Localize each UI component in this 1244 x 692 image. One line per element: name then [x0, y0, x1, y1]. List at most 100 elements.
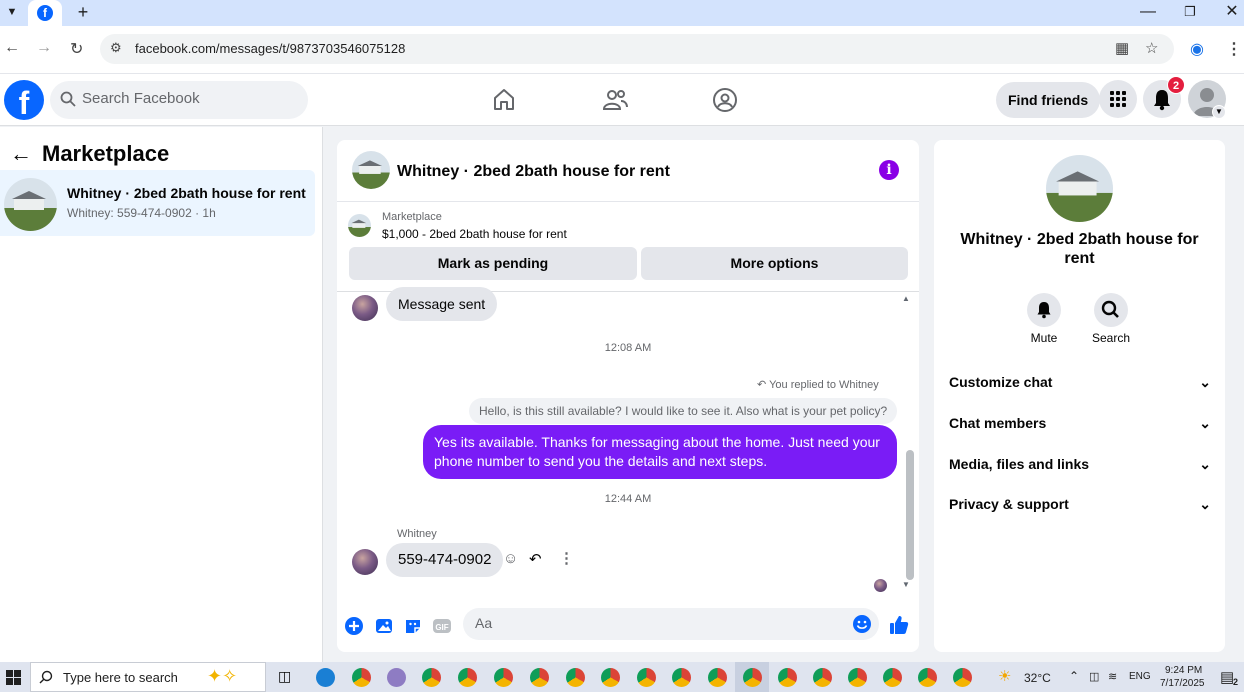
clock-time[interactable]: 9:24 PM — [1165, 665, 1202, 676]
maximize-icon[interactable]: ❐ — [1180, 0, 1200, 26]
chrome-icon[interactable] — [422, 668, 441, 687]
avatar[interactable] — [352, 295, 378, 321]
section-media-files-links[interactable]: Media, files and links ⌄ — [949, 447, 1211, 481]
reload-icon[interactable]: ↻ — [70, 39, 83, 59]
gif-icon[interactable]: GIF — [432, 616, 452, 636]
edge-icon[interactable] — [316, 668, 335, 687]
menu-grid-button[interactable] — [1099, 80, 1137, 118]
chrome-icon[interactable] — [637, 668, 656, 687]
listing-source: Marketplace — [382, 211, 442, 223]
quoted-message[interactable]: Hello, is this still available? I would … — [469, 398, 898, 424]
wifi-icon[interactable]: ≋ — [1108, 670, 1117, 683]
scrollbar-thumb[interactable] — [906, 450, 914, 580]
minimize-icon[interactable]: — — [1138, 0, 1158, 26]
info-icon[interactable]: i — [879, 160, 899, 180]
task-view-icon[interactable]: ◫ — [278, 668, 291, 685]
message-bubble-incoming[interactable]: Message sent — [386, 287, 498, 321]
chrome-icon[interactable] — [566, 668, 585, 687]
section-customize-chat[interactable]: Customize chat ⌄ — [949, 365, 1211, 399]
groups-icon[interactable] — [711, 86, 739, 114]
reply-icon[interactable]: ↶ — [529, 550, 542, 568]
facebook-search-box[interactable] — [50, 81, 308, 119]
emoji-icon[interactable] — [852, 614, 872, 634]
chrome-icon[interactable] — [458, 668, 477, 687]
chrome-icon[interactable] — [953, 668, 972, 687]
back-icon[interactable]: ← — [4, 39, 20, 57]
windows-taskbar: ✦✧ ◫ ☀ 32°C ⌃ ◫ ≋ ENG 9:24 PM 7/17/2025 … — [0, 662, 1244, 692]
chrome-icon[interactable] — [848, 668, 867, 687]
chat-title[interactable]: Whitney · 2bed 2bath house for rent — [397, 163, 670, 181]
notification-badge: 2 — [1167, 76, 1185, 94]
site-settings-icon[interactable]: ⚙ — [110, 40, 122, 56]
account-chevron-down-icon[interactable]: ▼ — [1212, 105, 1226, 119]
close-icon[interactable]: ✕ — [1222, 0, 1242, 26]
weather-icon[interactable]: ☀ — [998, 667, 1011, 685]
search-input[interactable] — [82, 90, 292, 107]
search-in-chat-button[interactable] — [1094, 293, 1128, 327]
chrome-icon[interactable] — [813, 668, 832, 687]
plus-circle-icon[interactable] — [344, 616, 364, 636]
mute-button[interactable] — [1027, 293, 1061, 327]
profile-icon[interactable]: ◉ — [1190, 39, 1204, 59]
listing-thumbnail[interactable] — [352, 151, 390, 189]
listing-thumbnail — [348, 214, 371, 237]
friends-icon[interactable] — [601, 86, 629, 114]
taskbar-search-input[interactable] — [63, 670, 203, 685]
message-bubble-incoming[interactable]: 559-474-0902 — [386, 543, 504, 577]
windows-start-icon[interactable] — [6, 670, 21, 685]
url-text[interactable]: facebook.com/messages/t/9873703546075128 — [135, 41, 405, 56]
chrome-icon[interactable] — [530, 668, 549, 687]
menu-icon[interactable]: ⋮ — [1226, 39, 1242, 59]
conversation-item[interactable]: Whitney · 2bed 2bath house for rent Whit… — [0, 170, 315, 236]
scroll-down-icon[interactable]: ▼ — [902, 580, 910, 589]
scroll-up-icon[interactable]: ▲ — [902, 294, 910, 303]
omnibox[interactable]: ⚙ facebook.com/messages/t/98737035460751… — [100, 34, 1174, 64]
browser-tab-facebook[interactable]: f — [28, 0, 62, 26]
listing-thumbnail — [4, 178, 57, 231]
listing-price[interactable]: $1,000 - 2bed 2bath house for rent — [382, 227, 567, 241]
listing-photo[interactable] — [1046, 155, 1113, 222]
chrome-icon[interactable] — [601, 668, 620, 687]
chrome-icon[interactable] — [672, 668, 691, 687]
chrome-icon[interactable] — [708, 668, 727, 687]
section-chat-members[interactable]: Chat members ⌄ — [949, 406, 1211, 440]
react-smiley-icon[interactable]: ☺ — [503, 550, 518, 567]
chrome-icon[interactable] — [352, 668, 371, 687]
home-icon[interactable] — [490, 86, 518, 114]
message-input-box[interactable] — [463, 608, 879, 640]
chrome-icon[interactable] — [494, 668, 513, 687]
chrome-icon[interactable] — [883, 668, 902, 687]
chat-panel: Whitney · 2bed 2bath house for rent i Ma… — [337, 140, 919, 652]
temperature[interactable]: 32°C — [1024, 671, 1051, 685]
sticker-icon[interactable] — [403, 616, 423, 636]
taskbar-search-box[interactable]: ✦✧ — [30, 662, 266, 692]
section-privacy-support[interactable]: Privacy & support ⌄ — [949, 487, 1211, 521]
chevron-down-icon: ⌄ — [1199, 456, 1211, 472]
more-options-button[interactable]: More options — [641, 247, 908, 280]
mute-label: Mute — [1030, 331, 1058, 345]
star-icon[interactable]: ☆ — [1145, 39, 1158, 57]
facebook-logo-icon[interactable]: f — [4, 80, 44, 121]
photo-icon[interactable] — [374, 616, 394, 636]
new-tab-icon[interactable]: + — [74, 0, 92, 26]
avatar[interactable] — [352, 549, 378, 575]
find-friends-button[interactable]: Find friends — [996, 82, 1101, 118]
install-icon[interactable]: ▦ — [1115, 39, 1129, 57]
chat-info-name: Whitney · 2bed 2bath house for rent — [960, 231, 1199, 267]
tray-device-icon[interactable]: ◫ — [1089, 670, 1099, 683]
chrome-icon[interactable] — [918, 668, 937, 687]
chrome-icon[interactable] — [743, 668, 762, 687]
forward-icon[interactable]: → — [36, 39, 52, 57]
app-icon[interactable] — [387, 668, 406, 687]
message-input[interactable] — [475, 615, 835, 631]
tab-list-chevron-down-icon[interactable]: ▼ — [4, 0, 20, 26]
back-arrow-icon[interactable]: ← — [10, 141, 32, 167]
more-actions-icon[interactable]: ⋮ — [559, 549, 574, 567]
language-indicator[interactable]: ENG — [1129, 671, 1151, 682]
clock-date[interactable]: 7/17/2025 — [1160, 678, 1205, 689]
message-bubble-outgoing[interactable]: Yes its available. Thanks for messaging … — [423, 425, 897, 479]
tray-chevron-up-icon[interactable]: ⌃ — [1069, 669, 1079, 683]
chrome-icon[interactable] — [778, 668, 797, 687]
like-thumb-icon[interactable] — [888, 614, 910, 636]
mark-as-pending-button[interactable]: Mark as pending — [349, 247, 637, 280]
